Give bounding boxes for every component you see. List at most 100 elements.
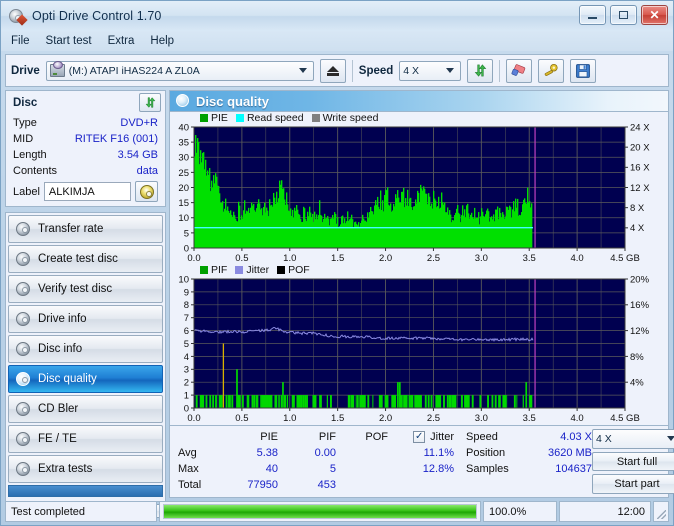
main-body: Disc Type DVD+R MID RITEK F16 (001) Leng… [1,87,674,518]
menu-item-extra[interactable]: Extra [108,35,135,47]
maximize-icon [619,11,628,19]
sidebar-item-fe-te[interactable]: FE / TE [8,425,163,453]
menu-item-file[interactable]: File [11,35,30,47]
stats-max-pif: 5 [329,463,336,475]
resize-grip-icon[interactable] [653,501,669,522]
sidebar-item-transfer-rate[interactable]: Transfer rate [8,215,163,243]
svg-text:8%: 8% [630,352,644,363]
check-icon: ✓ [414,431,424,442]
run-info-samples: Samples 104637 [466,461,592,477]
sidebar-label: CD Bler [38,403,79,415]
svg-text:40: 40 [178,124,189,133]
start-part-button[interactable]: Start part [592,474,674,495]
svg-text:4.0: 4.0 [571,253,584,264]
minimize-icon [588,16,597,19]
sidebar-item-extra-tests[interactable]: Extra tests [8,455,163,483]
disc-key-contents: Contents [13,165,58,177]
sidebar-item-drive-info[interactable]: Drive info [8,305,163,333]
legend-item-pif: PIF [200,264,227,276]
menu-item-start-test[interactable]: Start test [46,35,92,47]
disc-icon [16,431,31,447]
stats-header-pof: POF [365,431,388,443]
minimize-button[interactable] [579,5,606,25]
svg-text:3.5: 3.5 [523,413,536,424]
disc-properties: Type DVD+R MID RITEK F16 (001) Length 3.… [6,114,165,206]
app-window: Opti Drive Control 1.70 ✕ File Start tes… [0,0,674,526]
legend-top: PIE Read speed Write speed [170,112,668,124]
sidebar-item-verify-test-disc[interactable]: Verify test disc [8,275,163,303]
speed-select[interactable]: 4 X [399,60,462,81]
svg-text:1.5: 1.5 [331,413,344,424]
legend-swatch-pie [200,114,208,122]
legend-bottom: PIF Jitter POF [170,264,668,276]
test-controls: 4 X Start full Start part [592,429,674,495]
run-info-key-samples: Samples [466,463,509,475]
statistics-panel: PIE PIF POF ✓ Jitter Avg 5.38 0.00 11.1%… [169,426,674,498]
svg-text:1.5: 1.5 [331,253,344,264]
run-info-key-speed: Speed [466,431,498,443]
eject-button[interactable] [319,58,346,83]
disc-icon [16,221,31,237]
svg-text:9: 9 [184,287,189,298]
disc-icon [16,401,31,417]
sidebar-item-disc-info[interactable]: Disc info [8,335,163,363]
drive-select[interactable]: (M:) ATAPI iHAS224 A ZL0A [45,60,314,81]
svg-text:2.5: 2.5 [427,253,440,264]
refresh-button[interactable] [467,58,494,83]
drive-label: Drive [11,64,40,77]
menu-item-help[interactable]: Help [150,35,174,47]
status-bar: Test completed 100.0% 12:00 [5,501,669,522]
speed-select-value: 4 X [403,64,420,77]
disc-row-contents: Contents data [13,163,158,179]
svg-text:20: 20 [178,183,189,194]
svg-text:10: 10 [178,276,189,285]
maximize-button[interactable] [610,5,637,25]
erase-button[interactable] [506,58,533,83]
svg-text:4: 4 [184,352,189,363]
status-message: Test completed [5,501,157,522]
sidebar-item-create-test-disc[interactable]: Create test disc [8,245,163,273]
svg-text:16%: 16% [630,300,650,311]
legend-swatch-pif [200,266,208,274]
svg-text:2.0: 2.0 [379,413,392,424]
pie-chart: 0 5 10 15 20 25 30 35 40 4 X8 X 12 X 16 X 20 X 24 X 0.… [170,124,668,264]
svg-text:25: 25 [178,168,189,179]
disc-browse-button[interactable] [135,181,158,202]
disc-value-mid: RITEK F16 (001) [74,133,158,145]
run-info-value-speed: 4.03 X [560,431,592,443]
table-row: Max 40 5 12.8% [178,461,454,477]
test-speed-select[interactable]: 4 X [592,429,674,449]
stats-total-pie: 77950 [247,479,278,491]
svg-text:2: 2 [184,378,189,389]
run-info-speed: Speed 4.03 X [466,429,592,445]
sidebar-item-cd-bler[interactable]: CD Bler [8,395,163,423]
stats-header-jitter-cell: ✓ Jitter [388,431,454,443]
eraser-icon [511,63,526,76]
drive-toolbar: Drive (M:) ATAPI iHAS224 A ZL0A Speed 4 … [5,54,669,87]
tools-button[interactable] [538,58,565,83]
status-message-text: Test completed [11,505,85,518]
charts-container: PIE Read speed Write speed 0 5 10 15 20 25 30 3… [169,111,669,426]
svg-text:6: 6 [184,326,189,337]
sidebar-item-disc-quality[interactable]: Disc quality [8,365,163,393]
disc-quality-icon [176,94,190,108]
svg-text:15: 15 [178,198,189,209]
progress-percent: 100.0% [483,501,557,522]
legend-swatch-read-speed [235,114,244,122]
legend-label-read-speed: Read speed [246,112,304,124]
svg-text:3.0: 3.0 [475,253,488,264]
legend-label-pie: PIE [211,112,228,124]
elapsed-time: 12:00 [559,501,651,522]
disc-row-type: Type DVD+R [13,115,158,131]
disc-icon [16,311,31,327]
legend-label-pof: POF [288,264,310,276]
svg-text:0.0: 0.0 [187,253,200,264]
sidebar-label: Extra tests [38,463,93,475]
disc-refresh-button[interactable] [139,93,161,112]
save-button[interactable] [570,58,597,83]
disc-icon [16,341,31,357]
start-full-button[interactable]: Start full [592,451,674,472]
disc-label-input[interactable]: ALKIMJA [43,182,131,201]
jitter-checkbox[interactable]: ✓ [413,431,426,443]
close-button[interactable]: ✕ [641,5,668,25]
